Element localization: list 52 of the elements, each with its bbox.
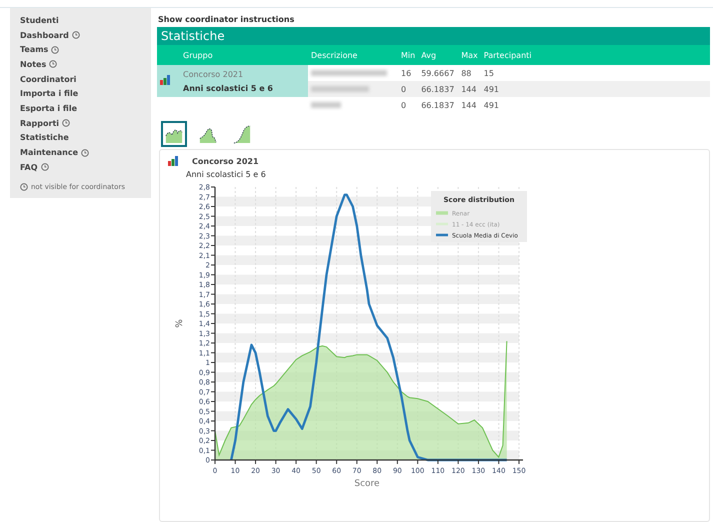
sidebar-item[interactable]: Statistiche (20, 133, 69, 142)
restricted-icon (49, 60, 58, 68)
x-axis-label: Score (354, 479, 380, 489)
table-cell: 66.1837 (418, 81, 458, 97)
sidebar-item[interactable]: Esporta i file (20, 104, 78, 113)
sidebar-item[interactable]: Studenti (20, 16, 59, 25)
bar-chart-icon (160, 75, 170, 85)
table-cell: 16 (398, 65, 418, 81)
sidebar-item[interactable]: Dashboard (20, 30, 69, 40)
restricted-icon (81, 148, 90, 157)
column-header: Gruppo (180, 45, 308, 65)
table-title: Statistiche (157, 27, 710, 45)
table-cell: 0 (398, 81, 418, 97)
group-years: Anni scolastici 5 e 6 (183, 84, 274, 92)
column-header: Min (398, 45, 418, 65)
sidebar-item[interactable]: FAQ (20, 162, 38, 172)
group-icon-cell[interactable] (157, 65, 180, 97)
table-cell: 491 (480, 81, 710, 97)
sidebar-item[interactable]: Maintenance (20, 148, 78, 158)
sidebar-item[interactable]: Rapporti (20, 118, 60, 128)
table-cell: 88 (458, 65, 481, 81)
table-cell: 144 (458, 97, 481, 113)
restricted-icon (40, 163, 49, 172)
table-cell: 491 (480, 97, 710, 113)
sidebar-item[interactable]: Coordinatori (20, 74, 76, 84)
sidebar-item[interactable]: Teams (20, 45, 48, 54)
instructions-link[interactable]: Show coordinator instructions (158, 15, 294, 24)
chart-subtitle: Anni scolastici 5 e 6 (186, 170, 267, 179)
blurred-text (311, 86, 369, 92)
cumulative-curve-icon (233, 124, 251, 144)
restricted-icon (72, 31, 80, 40)
restricted-icon (51, 46, 60, 54)
restricted-icon (62, 119, 70, 128)
sidebar-item[interactable]: Importa i file (20, 89, 78, 98)
blurred-text (311, 102, 341, 108)
table-cell: 66.1837 (418, 97, 458, 113)
group-cell[interactable]: Concorso 2021 Anni scolastici 5 e 6 (180, 65, 308, 97)
sidebar-item[interactable]: Notes (20, 60, 46, 69)
column-header: Descrizione (308, 45, 398, 65)
column-header: Max (458, 45, 481, 65)
table-cell: 59.6667 (418, 65, 458, 81)
chart-type-button[interactable] (161, 121, 187, 147)
table-cell: 0 (398, 97, 418, 113)
restricted-icon (20, 182, 28, 191)
column-header: Partecipanti (480, 45, 710, 65)
bar-chart-icon (168, 156, 178, 166)
column-header: Avg (418, 45, 458, 65)
chart-title: Concorso 2021 (192, 156, 259, 166)
table-cell: 15 (480, 65, 710, 81)
table-cell: 144 (458, 81, 481, 97)
group-name: Concorso 2021 (183, 70, 244, 78)
y-axis-label: % (175, 319, 185, 328)
